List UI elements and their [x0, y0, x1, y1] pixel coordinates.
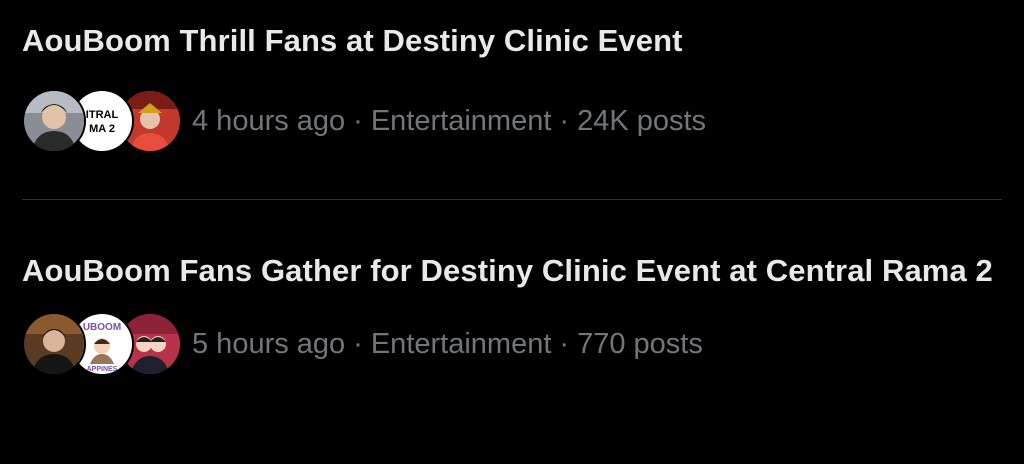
avatar-logo-text-bottom: APPINES	[87, 366, 118, 373]
trend-meta-row: ITRAL MA 2 4 hours ago · Entertainment · 24K	[22, 87, 1002, 155]
trend-time: 5 hours ago	[192, 328, 346, 360]
avatar-logo-text-bottom: MA 2	[89, 123, 115, 135]
trend-category: Entertainment	[370, 328, 552, 360]
meta-separator: ·	[559, 328, 570, 360]
trend-meta: 5 hours ago · Entertainment · 770 posts	[192, 325, 703, 363]
meta-separator: ·	[353, 328, 363, 360]
trend-item[interactable]: AouBoom Fans Gather for Destiny Clinic E…	[22, 252, 1002, 378]
avatar-logo-text-top: UBOOM	[83, 322, 121, 333]
person-photo-avatar	[22, 89, 86, 153]
trend-category: Entertainment	[370, 105, 552, 137]
trend-post-count: 770 posts	[577, 328, 703, 360]
avatar-logo-text-top: ITRAL	[86, 109, 119, 121]
divider	[22, 199, 1002, 200]
trend-time: 4 hours ago	[192, 105, 346, 137]
trend-meta: 4 hours ago · Entertainment · 24K posts	[192, 102, 706, 140]
trend-title[interactable]: AouBoom Thrill Fans at Destiny Clinic Ev…	[22, 22, 1002, 60]
trend-item[interactable]: AouBoom Thrill Fans at Destiny Clinic Ev…	[22, 22, 1002, 155]
avatar-stack: UBOOM APPINES	[22, 312, 182, 376]
trend-title[interactable]: AouBoom Fans Gather for Destiny Clinic E…	[22, 252, 1002, 290]
person-photo-avatar	[22, 312, 86, 376]
avatar-stack: ITRAL MA 2	[22, 89, 182, 153]
meta-separator: ·	[353, 105, 363, 137]
trend-meta-row: UBOOM APPINES 5 hours ago · Entertainmen…	[22, 310, 1002, 378]
trend-post-count: 24K posts	[577, 105, 707, 137]
trends-feed: AouBoom Thrill Fans at Destiny Clinic Ev…	[0, 0, 1024, 464]
meta-separator: ·	[559, 105, 570, 137]
